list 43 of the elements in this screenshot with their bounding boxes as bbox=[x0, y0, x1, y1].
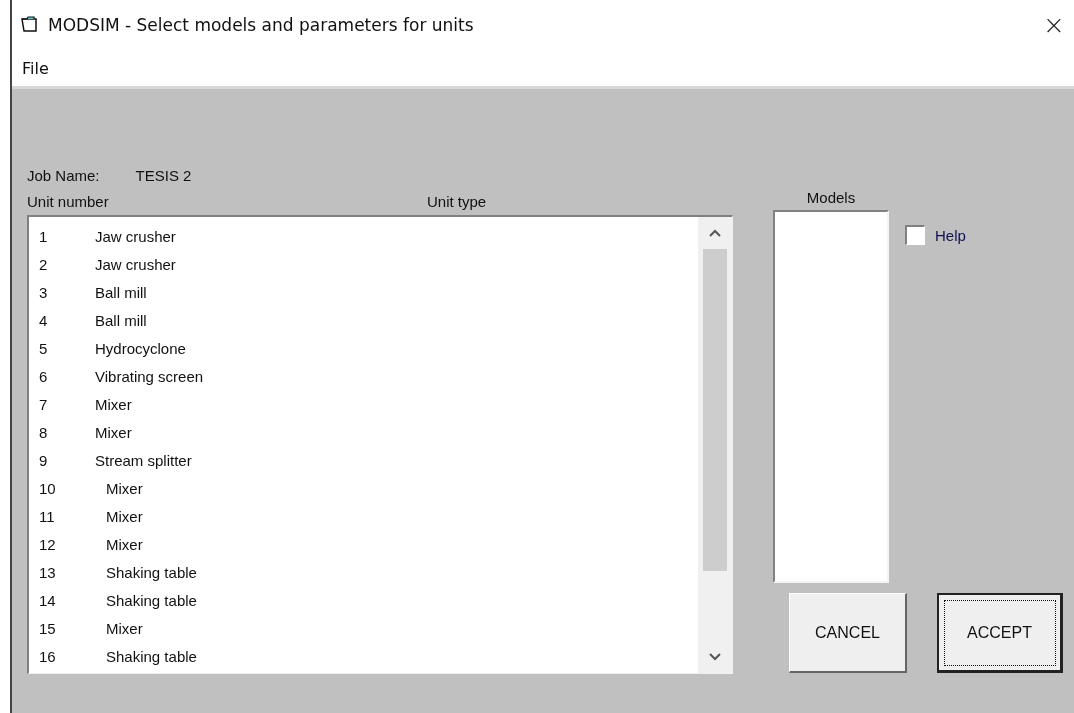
unit-type: Shaking table bbox=[106, 647, 197, 665]
unit-number: 2 bbox=[39, 255, 49, 273]
unit-type: Jaw crusher bbox=[95, 227, 176, 245]
job-name-value: TESIS 2 bbox=[135, 167, 192, 186]
unit-number: 7 bbox=[39, 395, 49, 413]
job-name-label: Job Name: bbox=[27, 167, 100, 186]
unit-number: 11 bbox=[39, 507, 56, 525]
unit-number: 1 bbox=[39, 227, 49, 245]
unit-number: 13 bbox=[39, 563, 57, 581]
unit-type: Mixer bbox=[106, 507, 143, 525]
unit-type: Vibrating screen bbox=[95, 367, 204, 385]
unit-number: 8 bbox=[39, 423, 49, 441]
accept-button[interactable]: ACCEPT bbox=[937, 593, 1063, 673]
unit-type: Mixer bbox=[106, 535, 143, 553]
unit-number: 4 bbox=[39, 311, 49, 329]
unit-type: Hydrocyclone bbox=[95, 339, 186, 357]
models-label: Models bbox=[806, 189, 856, 206]
unit-type: Mixer bbox=[95, 423, 132, 441]
unit-type: Shaking table bbox=[106, 563, 197, 581]
window-title: MODSIM - Select models and parameters for units bbox=[48, 15, 475, 35]
unit-type: Jaw crusher bbox=[95, 255, 176, 273]
unit-type: Ball mill bbox=[95, 311, 147, 329]
menu-item[interactable]: File bbox=[22, 58, 49, 78]
unit-type: Mixer bbox=[106, 479, 143, 497]
unit-type: Shaking table bbox=[106, 591, 197, 609]
unit-type: Ball mill bbox=[95, 283, 147, 301]
unit-type: Stream splitter bbox=[95, 451, 192, 469]
unit-number: 10 bbox=[39, 479, 57, 497]
unit-number: 14 bbox=[39, 591, 57, 609]
unit-type: Mixer bbox=[106, 619, 143, 637]
unit-number: 3 bbox=[39, 283, 49, 301]
column-header: Unit type bbox=[427, 192, 487, 210]
help-label: Help bbox=[935, 226, 966, 244]
unit-number: 6 bbox=[39, 367, 49, 385]
unit-number: 12 bbox=[39, 535, 57, 553]
unit-number: 9 bbox=[39, 451, 49, 469]
unit-number: 5 bbox=[39, 339, 49, 357]
column-header: Unit number bbox=[27, 192, 110, 210]
close-button[interactable]: × bbox=[1034, 5, 1074, 45]
unit-number: 16 bbox=[39, 647, 57, 665]
unit-number: 15 bbox=[39, 619, 57, 637]
cancel-button[interactable]: CANCEL bbox=[789, 593, 907, 673]
unit-type: Mixer bbox=[95, 395, 132, 413]
